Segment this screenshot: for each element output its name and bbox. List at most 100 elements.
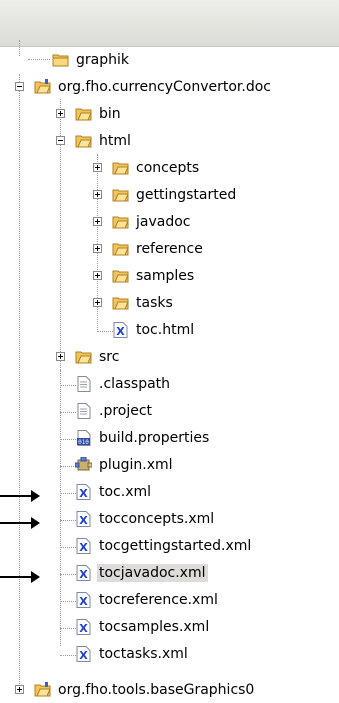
tree-line [60,628,76,629]
tree-item-tocjavadoc-xml[interactable]: X tocjavadoc.xml [75,559,208,586]
tree-item-label: toc.html [136,321,195,338]
expand-toggle[interactable] [93,271,102,280]
tree-item-label: org.fho.currencyConvertor.doc [58,78,271,95]
tree-item-bin[interactable]: bin [75,100,123,127]
annotation-arrow [0,517,40,529]
tree-line [60,601,76,602]
folder-icon [75,133,92,149]
tree-item-label: samples [136,267,195,284]
tree-item-tocreference-xml[interactable]: X tocreference.xml [75,586,220,613]
tree-item-basegraphics0[interactable]: org.fho.tools.baseGraphics0 [34,676,256,703]
tree-line [60,493,76,494]
annotation-arrow [0,490,40,502]
xml-file-icon: X [75,510,92,527]
tree-item-javadoc[interactable]: javadoc [112,208,192,235]
tree-item-tocgettingstarted-xml[interactable]: X tocgettingstarted.xml [75,532,253,559]
xml-file-icon: X [75,591,92,608]
svg-text:X: X [79,541,88,554]
tree-item-label: gettingstarted [136,186,237,203]
tree-line [19,74,20,688]
tree-item-label: toctasks.xml [99,645,188,662]
tree-item-currencyconvertor-doc[interactable]: org.fho.currencyConvertor.doc [34,73,273,100]
folder-icon [112,295,129,311]
tree-item-gettingstarted[interactable]: gettingstarted [112,181,238,208]
collapse-toggle[interactable] [15,82,24,91]
text-file-icon [75,402,92,419]
tree-item-concepts[interactable]: concepts [112,154,201,181]
tree-item-label: html [99,132,131,149]
tree-line [60,520,76,521]
tree-item-label: graphik [76,51,129,68]
project-explorer-tree: graphik org.fho.currencyConvertor.doc bi… [0,40,339,698]
svg-text:X: X [79,649,88,662]
tree-item-toc-xml[interactable]: X toc.xml [75,478,153,505]
tree-item-label: tocsamples.xml [99,618,210,635]
tree-item-label: src [99,348,120,365]
xml-file-icon: X [112,321,129,338]
tree-item-label: .classpath [99,375,171,392]
collapse-toggle[interactable] [56,136,65,145]
tree-item-graphik[interactable]: graphik [52,46,131,73]
tree-line [60,412,76,413]
svg-text:X: X [116,325,125,338]
tree-item-label: javadoc [136,213,191,230]
tree-item-plugin-xml[interactable]: plugin.xml [75,451,175,478]
tree-line [28,59,50,60]
svg-text:X: X [79,514,88,527]
folder-icon [112,268,129,284]
svg-text:X: X [79,595,88,608]
xml-file-icon: X [75,537,92,554]
folder-icon [112,241,129,257]
tree-line [60,655,76,656]
tree-item-label: org.fho.tools.baseGraphics0 [58,681,255,698]
folder-icon [112,214,129,230]
tree-line [60,574,76,575]
tree-item-tasks[interactable]: tasks [112,289,175,316]
annotation-arrow [0,571,40,583]
svg-text:X: X [79,487,88,500]
tree-item-samples[interactable]: samples [112,262,196,289]
expand-toggle[interactable] [93,244,102,253]
tree-item-build-properties[interactable]: 010 build.properties [75,424,211,451]
tree-line [19,40,20,56]
tree-item-label: tasks [136,294,173,311]
folder-icon [52,52,69,68]
tree-item-label: bin [99,105,121,122]
tree-item-label: tocgettingstarted.xml [99,537,252,554]
expand-toggle[interactable] [56,109,65,118]
tree-item-label: toc.xml [99,483,152,500]
text-file-icon [75,375,92,392]
tree-item-label: concepts [136,159,200,176]
svg-text:X: X [79,622,88,635]
tree-line [60,439,76,440]
tree-item-label: reference [136,240,203,257]
tree-item-html[interactable]: html [75,127,133,154]
folder-icon [112,160,129,176]
tree-item-label: tocreference.xml [99,591,218,608]
tree-item-label: build.properties [99,429,210,446]
plugin-icon [75,456,92,473]
xml-file-icon: X [75,618,92,635]
view-toolbar [0,0,339,47]
tree-line [60,547,76,548]
tree-item-tocsamples-xml[interactable]: X tocsamples.xml [75,613,211,640]
expand-toggle[interactable] [56,352,65,361]
expand-toggle[interactable] [93,163,102,172]
tree-item-toc-html[interactable]: X toc.html [112,316,196,343]
tree-item-toctasks-xml[interactable]: X toctasks.xml [75,640,190,667]
tree-item-tocconcepts-xml[interactable]: X tocconcepts.xml [75,505,216,532]
expand-toggle[interactable] [93,217,102,226]
xml-file-icon: X [75,564,92,581]
expand-toggle[interactable] [93,298,102,307]
folder-icon [75,349,92,365]
tree-item-src[interactable]: src [75,343,121,370]
tree-line [60,385,76,386]
tree-item-label: tocjavadoc.xml [97,563,208,582]
tree-item-classpath[interactable]: .classpath [75,370,172,397]
tree-line [60,466,76,467]
svg-text:010: 010 [78,439,89,446]
tree-item-project[interactable]: .project [75,397,154,424]
tree-item-reference[interactable]: reference [112,235,205,262]
expand-toggle[interactable] [15,685,24,694]
expand-toggle[interactable] [93,190,102,199]
